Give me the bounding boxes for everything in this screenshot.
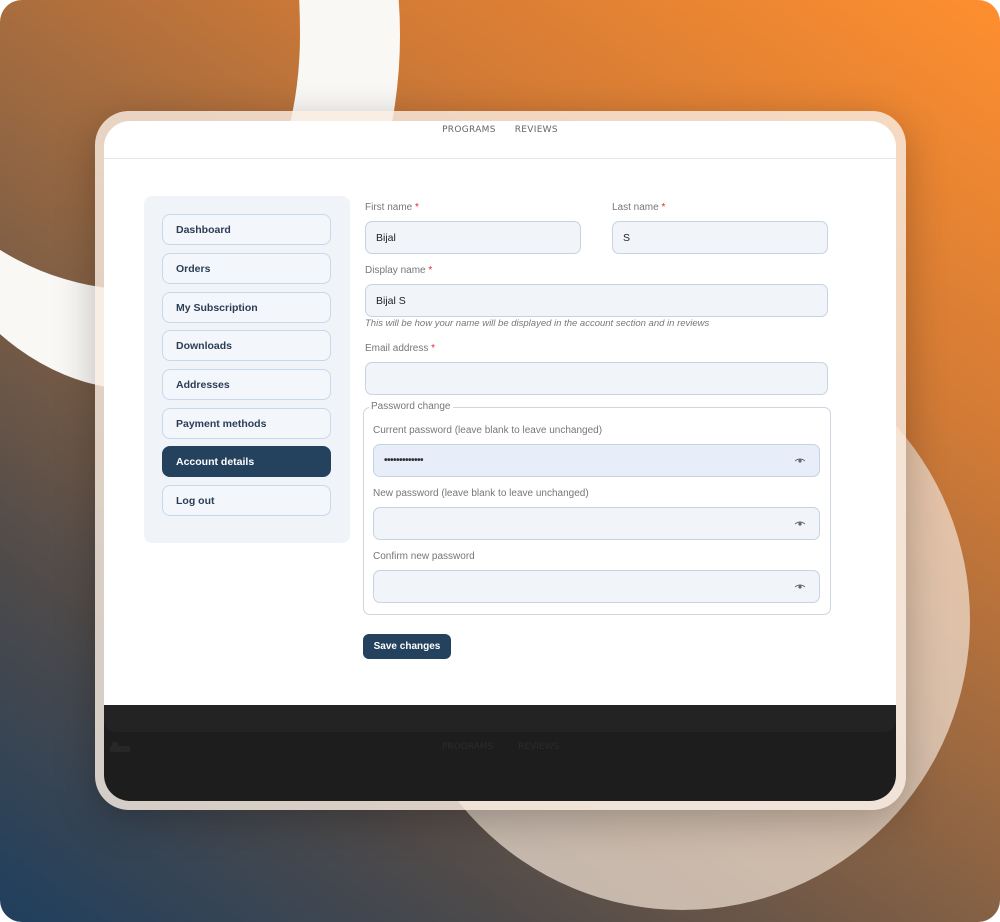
footer-nav-programs[interactable]: PROGRAMS [442, 742, 493, 752]
sidebar-item-account-details[interactable]: Account details [162, 446, 331, 477]
nav-reviews[interactable]: REVIEWS [515, 125, 558, 158]
nav-programs[interactable]: PROGRAMS [442, 125, 496, 158]
sidebar-item-log-out[interactable]: Log out [162, 485, 331, 516]
sidebar-item-downloads[interactable]: Downloads [162, 330, 331, 361]
required-mark: * [415, 202, 419, 213]
first-name-label: First name * [365, 202, 419, 213]
eye-icon[interactable] [795, 458, 805, 464]
sidebar-item-dashboard[interactable]: Dashboard [162, 214, 331, 245]
first-name-input[interactable]: Bijal [365, 221, 581, 254]
eye-icon[interactable] [795, 584, 805, 590]
eye-icon[interactable] [795, 521, 805, 527]
email-input[interactable] [365, 362, 828, 395]
display-name-label: Display name * [365, 265, 433, 276]
password-change-legend: Password change [369, 401, 453, 412]
confirm-password-label: Confirm new password [373, 551, 475, 562]
display-name-help: This will be how your name will be displ… [365, 318, 710, 329]
last-name-label: Last name * [612, 202, 666, 213]
sidebar-item-addresses[interactable]: Addresses [162, 369, 331, 400]
required-mark: * [661, 202, 666, 213]
last-name-input[interactable]: S [612, 221, 828, 254]
save-changes-button[interactable]: Save changes [363, 634, 451, 659]
confirm-password-input[interactable] [373, 570, 820, 603]
sidebar-item-my-subscription[interactable]: My Subscription [162, 292, 331, 323]
footer-band [104, 705, 896, 732]
top-nav: PROGRAMS REVIEWS [104, 121, 896, 159]
account-sidebar: Dashboard Orders My Subscription Downloa… [144, 196, 350, 543]
new-password-label: New password (leave blank to leave uncha… [373, 488, 589, 499]
footer-nav-reviews[interactable]: REVIEWS [518, 742, 559, 752]
password-change-fieldset: Password change Current password (leave … [363, 401, 831, 615]
required-mark: * [428, 265, 433, 276]
sidebar-item-orders[interactable]: Orders [162, 253, 331, 284]
display-name-input[interactable]: Bijal S [365, 284, 828, 317]
new-password-input[interactable] [373, 507, 820, 540]
footer-nav: PROGRAMS REVIEWS [442, 742, 559, 752]
sidebar-item-payment-methods[interactable]: Payment methods [162, 408, 331, 439]
required-mark: * [431, 343, 436, 354]
current-password-label: Current password (leave blank to leave u… [373, 425, 603, 436]
background: PROGRAMS REVIEWS Dashboard Orders My Sub… [0, 0, 1000, 922]
site-footer: PROGRAMS REVIEWS [104, 705, 896, 801]
logo-icon[interactable] [108, 741, 132, 753]
browser-screen: PROGRAMS REVIEWS Dashboard Orders My Sub… [104, 121, 896, 801]
current-password-input[interactable]: ••••••••••••• [373, 444, 820, 477]
email-label: Email address * [365, 343, 436, 354]
